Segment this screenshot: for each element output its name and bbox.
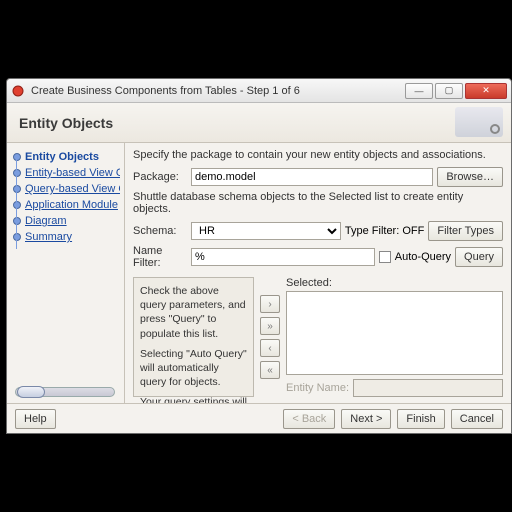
auto-query-checkbox[interactable] xyxy=(379,251,391,263)
back-button[interactable]: < Back xyxy=(283,409,335,429)
shuttle-instruction: Shuttle database schema objects to the S… xyxy=(133,191,503,215)
package-label: Package: xyxy=(133,171,187,183)
query-button[interactable]: Query xyxy=(455,247,503,267)
move-all-left-button[interactable]: « xyxy=(260,361,280,379)
selected-list[interactable] xyxy=(286,291,503,375)
double-chevron-left-icon: « xyxy=(267,365,273,376)
wizard-nav: Entity Objects Entity-based View Obje Qu… xyxy=(7,143,125,403)
wizard-window: Create Business Components from Tables -… xyxy=(6,78,512,434)
app-icon xyxy=(11,84,25,98)
schema-select[interactable]: HR xyxy=(191,222,341,240)
name-filter-input[interactable] xyxy=(191,248,375,266)
slider-thumb[interactable] xyxy=(17,386,45,398)
move-all-right-button[interactable]: » xyxy=(260,317,280,335)
gear-icon xyxy=(490,124,500,134)
main-panel: Specify the package to contain your new … xyxy=(125,143,511,403)
move-right-button[interactable]: › xyxy=(260,295,280,313)
double-chevron-right-icon: » xyxy=(267,321,273,332)
name-filter-label: Name Filter: xyxy=(133,245,187,269)
entity-name-label: Entity Name: xyxy=(286,382,349,394)
filter-types-button[interactable]: Filter Types xyxy=(428,221,503,241)
chevron-right-icon: › xyxy=(268,299,271,310)
titlebar[interactable]: Create Business Components from Tables -… xyxy=(7,79,511,103)
schema-label: Schema: xyxy=(133,225,187,237)
minimize-button[interactable]: — xyxy=(405,83,433,99)
header-graphic xyxy=(455,107,503,137)
nav-diagram[interactable]: Diagram xyxy=(11,213,120,229)
nav-entity-objects[interactable]: Entity Objects xyxy=(11,149,120,165)
entity-name-input[interactable] xyxy=(353,379,503,397)
nav-entity-view-objects[interactable]: Entity-based View Obje xyxy=(11,165,120,181)
type-filter-status: Type Filter: OFF xyxy=(345,225,424,237)
wizard-footer: Help < Back Next > Finish Cancel xyxy=(7,403,511,433)
intro-text: Specify the package to contain your new … xyxy=(133,149,503,161)
package-input[interactable] xyxy=(191,168,433,186)
maximize-button[interactable]: ▢ xyxy=(435,83,463,99)
finish-button[interactable]: Finish xyxy=(397,409,444,429)
help-button[interactable]: Help xyxy=(15,409,56,429)
nav-progress-slider[interactable] xyxy=(15,387,115,397)
window-title: Create Business Components from Tables -… xyxy=(31,85,403,97)
browse-button[interactable]: Browse… xyxy=(437,167,503,187)
cancel-button[interactable]: Cancel xyxy=(451,409,503,429)
wizard-header: Entity Objects xyxy=(7,103,511,143)
chevron-left-icon: ‹ xyxy=(268,343,271,354)
nav-summary[interactable]: Summary xyxy=(11,229,120,245)
available-list-hint: Check the above query parameters, and pr… xyxy=(133,277,254,397)
page-title: Entity Objects xyxy=(19,115,113,131)
nav-application-module[interactable]: Application Module xyxy=(11,197,120,213)
selected-label: Selected: xyxy=(286,277,503,289)
next-button[interactable]: Next > xyxy=(341,409,391,429)
auto-query-label: Auto-Query xyxy=(395,251,451,263)
nav-query-view-objects[interactable]: Query-based View Obje xyxy=(11,181,120,197)
move-left-button[interactable]: ‹ xyxy=(260,339,280,357)
close-button[interactable]: ✕ xyxy=(465,83,507,99)
